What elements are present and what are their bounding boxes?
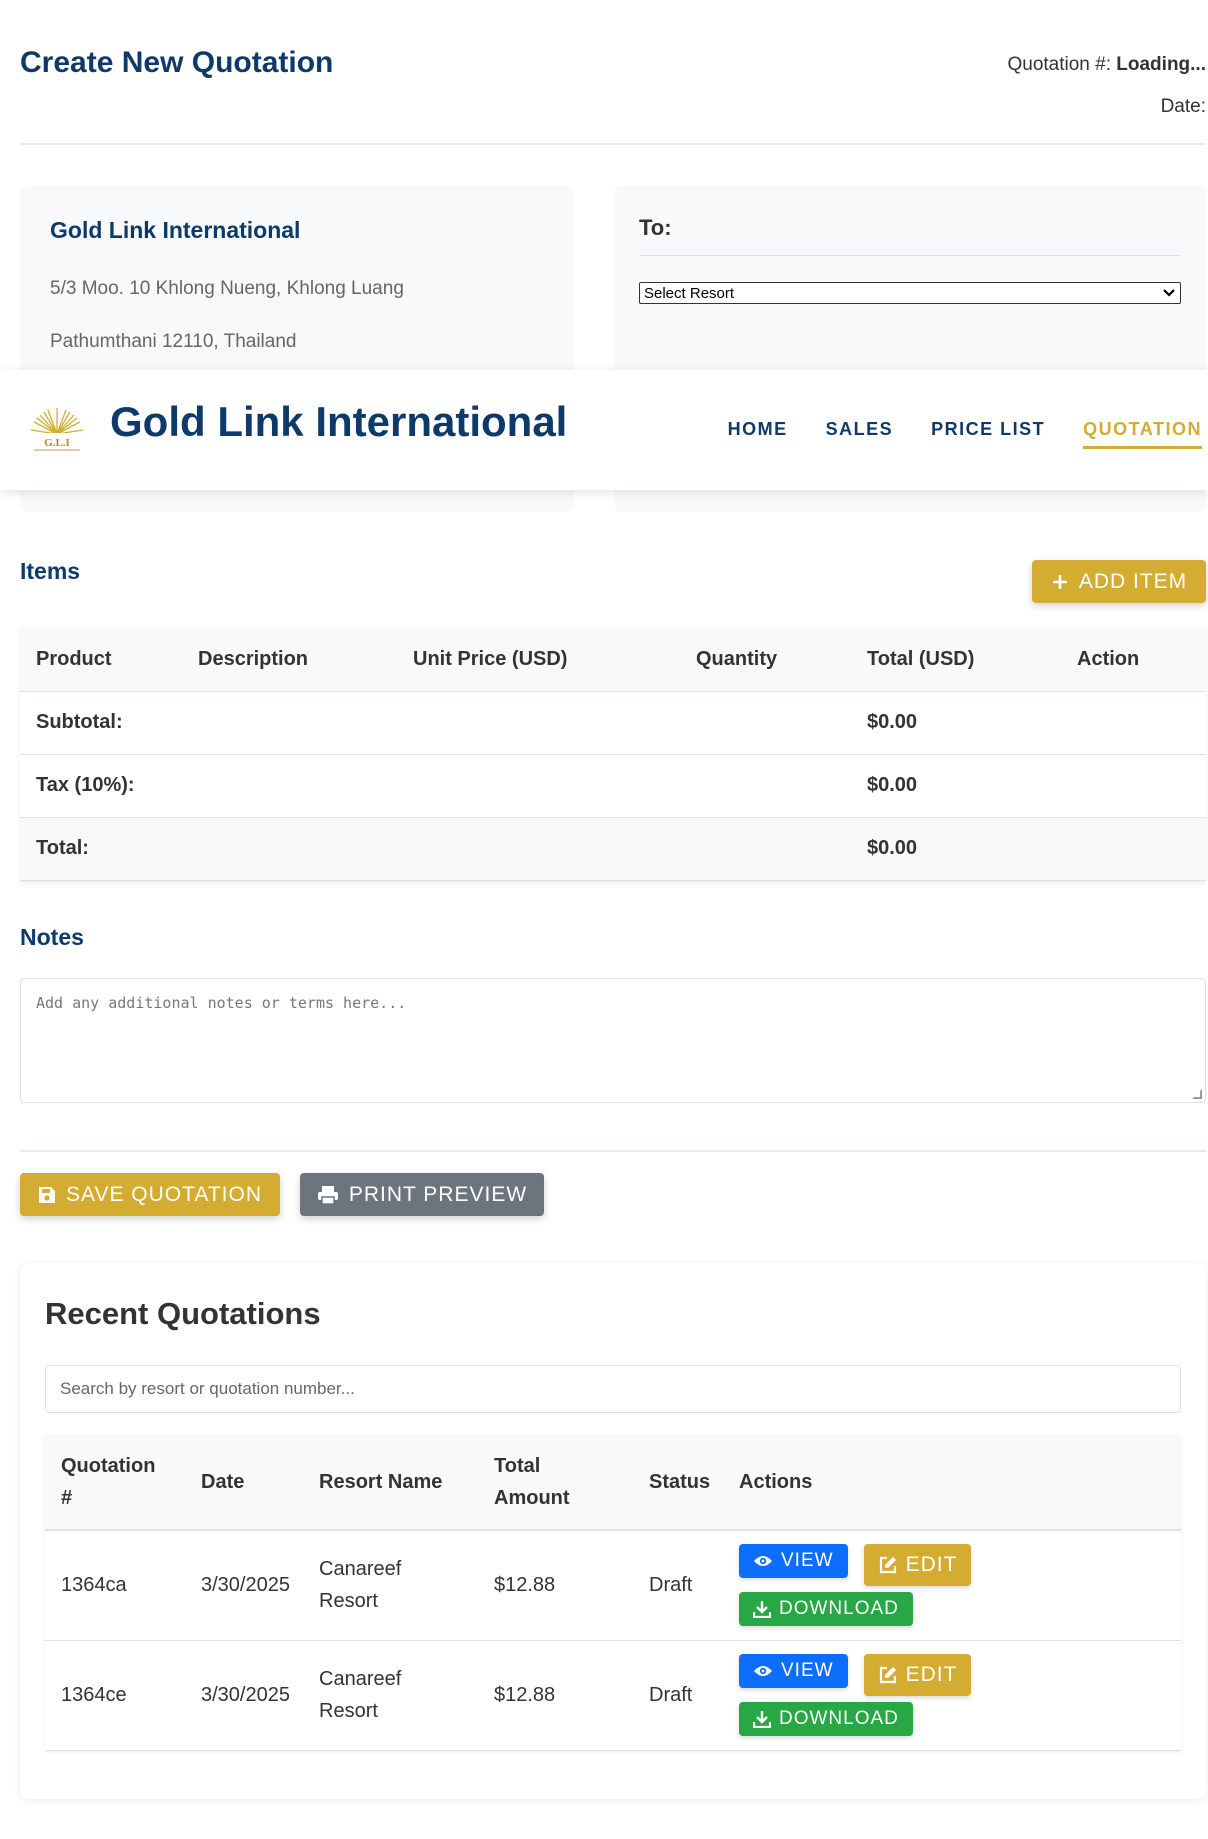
save-quotation-button[interactable]: SAVE QUOTATION	[20, 1173, 280, 1216]
amount-cell: $12.88	[478, 1530, 633, 1641]
svg-text:G.L.I: G.L.I	[44, 437, 70, 449]
recent-quotations-title: Recent Quotations	[45, 1296, 321, 1331]
company-address-line1: 5/3 Moo. 10 Khlong Nueng, Khlong Luang	[50, 278, 404, 299]
col-actions: Actions	[723, 1435, 1181, 1531]
resort-cell: Canareef Resort	[303, 1640, 478, 1751]
total-label: Total:	[20, 817, 851, 881]
amount-cell: $12.88	[478, 1640, 633, 1751]
items-header-row: Product Description Unit Price (USD) Qua…	[20, 628, 1206, 692]
subtotal-value: $0.00	[851, 691, 1061, 755]
col-total-amount: Total Amount	[478, 1435, 633, 1531]
nav-link-sales[interactable]: SALES	[826, 419, 894, 449]
col-action: Action	[1061, 628, 1206, 692]
edit-button[interactable]: EDIT	[863, 1544, 972, 1587]
col-unit-price: Unit Price (USD)	[397, 628, 680, 692]
edit-button[interactable]: EDIT	[863, 1654, 972, 1696]
col-status: Status	[633, 1435, 723, 1531]
download-icon	[753, 1600, 771, 1619]
company-logo[interactable]: G.L.I	[28, 404, 86, 454]
search-placeholder: Search by resort or quotation number...	[60, 1379, 355, 1398]
date-cell: 3/30/2025	[185, 1530, 303, 1641]
quotation-number-cell: 1364ce	[45, 1640, 185, 1751]
chevron-down-icon	[1162, 288, 1176, 298]
edit-icon	[878, 1665, 898, 1685]
to-label: To:	[639, 215, 1181, 256]
add-item-label: ADD ITEM	[1078, 569, 1188, 593]
download-icon	[753, 1710, 771, 1728]
recent-quotations-table: Quotation # Date Resort Name Total Amoun…	[45, 1435, 1181, 1751]
items-title: Items	[20, 558, 81, 584]
navbar: G.L.I Gold Link International HOME SALES…	[0, 370, 1208, 490]
col-description: Description	[182, 628, 397, 692]
page-header: Create New Quotation Quotation #: Loadin…	[20, 0, 1206, 145]
search-input[interactable]: Search by resort or quotation number...	[45, 1365, 1181, 1413]
company-name: Gold Link International	[50, 217, 301, 243]
nav-link-home[interactable]: HOME	[728, 419, 788, 449]
eye-icon	[753, 1664, 773, 1678]
download-button[interactable]: DOWNLOAD	[739, 1702, 913, 1736]
brand-name[interactable]: Gold Link International	[110, 398, 567, 446]
recent-header-row: Quotation # Date Resort Name Total Amoun…	[45, 1435, 1181, 1531]
col-quantity: Quantity	[680, 628, 851, 692]
company-address-line2: Pathumthani 12110, Thailand	[50, 331, 297, 352]
add-item-button[interactable]: ADD ITEM	[1032, 560, 1206, 603]
tax-row: Tax (10%): $0.00	[20, 754, 1206, 818]
status-cell: Draft	[633, 1530, 723, 1641]
col-product: Product	[20, 628, 182, 692]
divider	[20, 1150, 1206, 1152]
notes-textarea[interactable]: Add any additional notes or terms here..…	[20, 978, 1206, 1103]
col-quotation-number: Quotation #	[45, 1435, 185, 1531]
total-row: Total: $0.00	[20, 817, 1206, 881]
resize-handle-icon[interactable]	[1192, 1089, 1202, 1099]
plus-icon	[1051, 573, 1069, 591]
resort-select[interactable]: Select Resort	[639, 282, 1181, 304]
view-button[interactable]: VIEW	[739, 1544, 848, 1579]
resort-cell: Canareef Resort	[303, 1530, 478, 1641]
nav-link-price-list[interactable]: PRICE LIST	[931, 419, 1045, 449]
col-resort-name: Resort Name	[303, 1435, 478, 1531]
edit-icon	[878, 1555, 898, 1575]
tax-label: Tax (10%):	[20, 754, 851, 818]
print-preview-button[interactable]: PRINT PREVIEW	[300, 1173, 544, 1216]
nav-links: HOME SALES PRICE LIST QUOTATION	[728, 419, 1202, 449]
notes-title: Notes	[20, 924, 84, 950]
eye-icon	[753, 1554, 773, 1568]
view-button[interactable]: VIEW	[739, 1654, 848, 1688]
quotation-date: Date:	[1160, 96, 1206, 117]
print-preview-label: PRINT PREVIEW	[348, 1182, 528, 1206]
quotation-number-cell: 1364ca	[45, 1530, 185, 1641]
items-table: Product Description Unit Price (USD) Qua…	[20, 628, 1206, 881]
col-date: Date	[185, 1435, 303, 1531]
download-button[interactable]: DOWNLOAD	[739, 1592, 913, 1627]
tax-value: $0.00	[851, 754, 1061, 818]
actions-cell: VIEW EDIT DOWNLOAD	[723, 1640, 1181, 1751]
table-row: 1364ca 3/30/2025 Canareef Resort $12.88 …	[45, 1530, 1181, 1641]
status-cell: Draft	[633, 1640, 723, 1751]
col-total: Total (USD)	[851, 628, 1061, 692]
printer-icon	[317, 1185, 339, 1205]
notes-placeholder: Add any additional notes or terms here..…	[36, 994, 407, 1012]
resort-select-value: Select Resort	[644, 284, 735, 302]
nav-link-quotation[interactable]: QUOTATION	[1083, 419, 1202, 449]
save-icon	[38, 1186, 56, 1204]
actions-cell: VIEW EDIT DOWNLOAD	[723, 1530, 1181, 1641]
date-cell: 3/30/2025	[185, 1640, 303, 1751]
subtotal-row: Subtotal: $0.00	[20, 691, 1206, 755]
quotation-number-label: Quotation #:	[1007, 54, 1111, 75]
quotation-number-value: Loading...	[1116, 54, 1206, 75]
page-title: Create New Quotation	[20, 46, 334, 79]
subtotal-label: Subtotal:	[20, 691, 851, 755]
quotation-meta: Quotation #: Loading... Date:	[1007, 44, 1206, 128]
total-value: $0.00	[851, 817, 1061, 881]
quotation-number: Quotation #: Loading...	[1007, 44, 1206, 86]
recent-quotations-card: Recent Quotations Search by resort or qu…	[20, 1263, 1206, 1799]
table-row: 1364ce 3/30/2025 Canareef Resort $12.88 …	[45, 1640, 1181, 1751]
save-quotation-label: SAVE QUOTATION	[65, 1182, 263, 1206]
